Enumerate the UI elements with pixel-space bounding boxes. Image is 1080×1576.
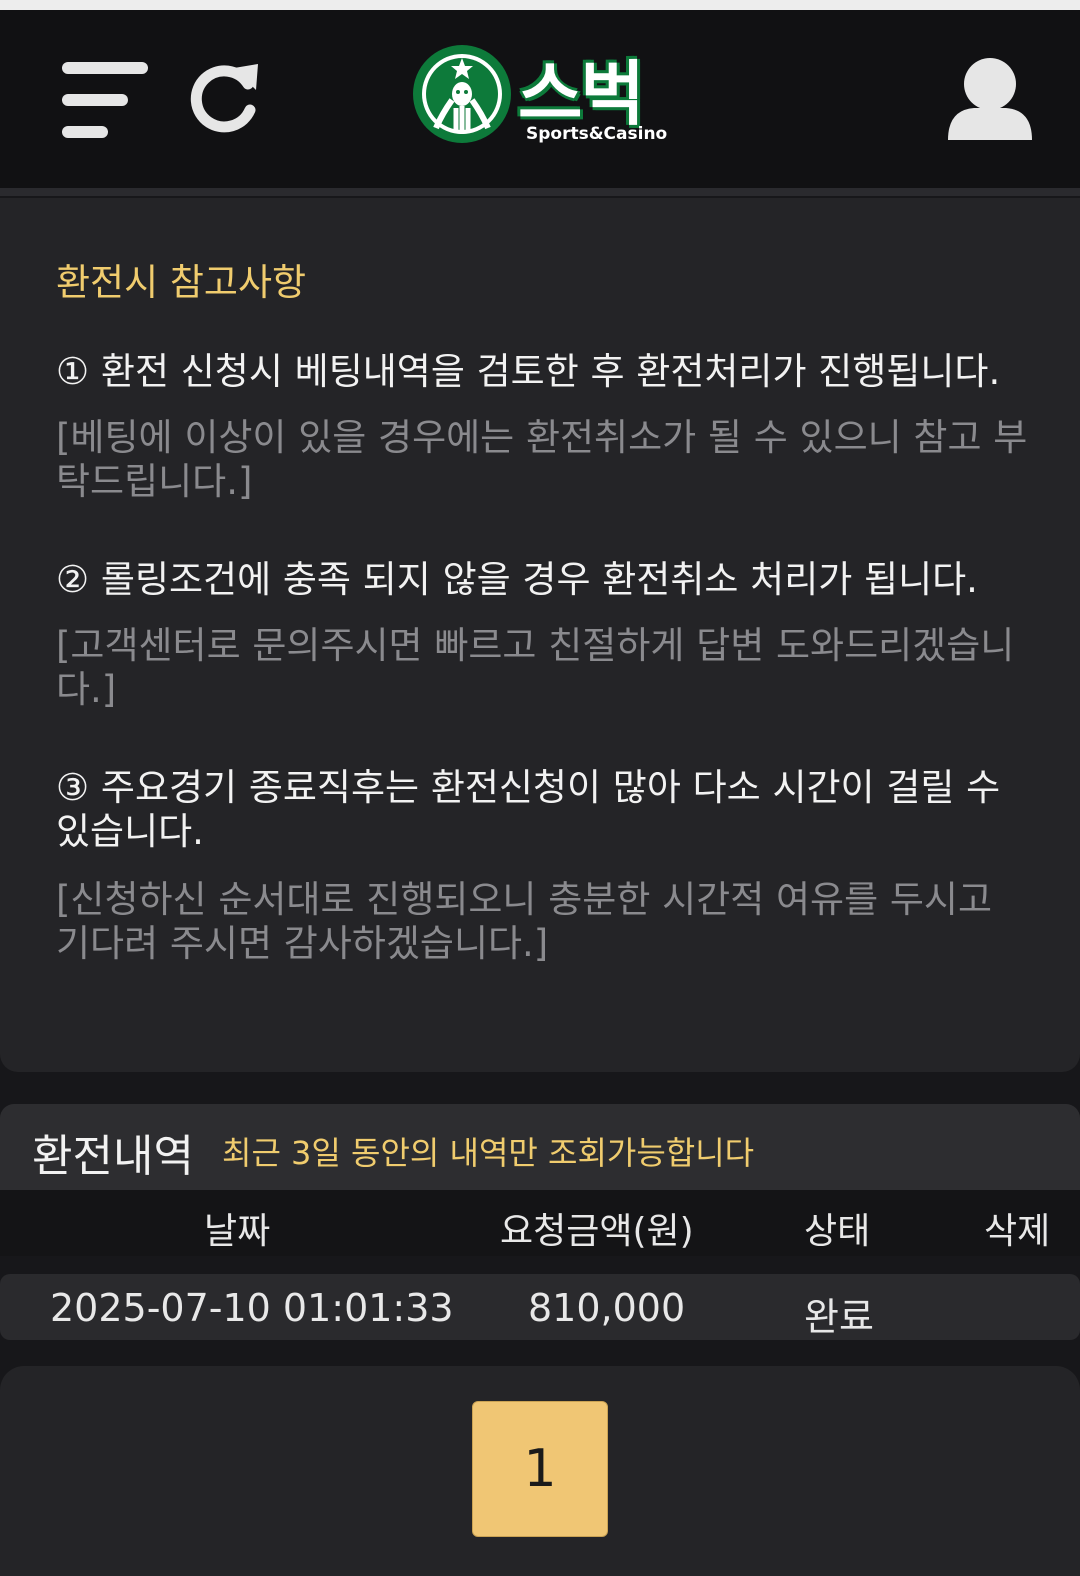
hamburger-menu-icon[interactable] bbox=[62, 62, 148, 138]
brand-subtitle: Sports&Casino bbox=[526, 124, 668, 144]
notice-item-1: ① 환전 신청시 베팅내역을 검토한 후 환전처리가 진행됩니다. bbox=[56, 350, 1001, 393]
column-status: 상태 bbox=[804, 1211, 871, 1252]
notice-item-3-detail: [신청하신 순서대로 진행되오니 충분한 시간적 여유를 두시고 기다려 주시면… bbox=[56, 878, 993, 965]
history-note: 최근 3일 동안의 내역만 조회가능합니다 bbox=[222, 1134, 755, 1172]
column-date: 날짜 bbox=[204, 1211, 271, 1252]
history-title: 환전내역 bbox=[32, 1131, 194, 1182]
siren-logo-icon bbox=[413, 45, 511, 143]
brand-logo[interactable]: 스벅 Sports&Casino bbox=[412, 44, 672, 146]
notice-item-2-detail: [고객센터로 문의주시면 빠르고 친절하게 답변 도와드리겠습니다.] bbox=[56, 624, 1015, 711]
column-amount: 요청금액(원) bbox=[500, 1211, 694, 1252]
user-icon[interactable] bbox=[946, 56, 1034, 144]
column-delete: 삭제 bbox=[984, 1211, 1051, 1252]
header-divider bbox=[0, 188, 1080, 196]
row-status: 완료 bbox=[804, 1295, 874, 1339]
row-amount: 810,000 bbox=[528, 1286, 686, 1330]
row-date: 2025-07-10 01:01:33 bbox=[50, 1286, 454, 1330]
status-strip bbox=[0, 0, 1080, 10]
notice-item-2: ② 롤링조건에 충족 되지 않을 경우 환전취소 처리가 됩니다. bbox=[56, 558, 978, 601]
notice-title: 환전시 참고사항 bbox=[56, 261, 307, 304]
notice-item-1-detail: [베팅에 이상이 있을 경우에는 환전취소가 될 수 있으니 참고 부탁드립니다… bbox=[56, 416, 1028, 503]
notice-item-3: ③ 주요경기 종료직후는 환전신청이 많아 다소 시간이 걸릴 수 있습니다. bbox=[56, 766, 1001, 853]
refresh-icon[interactable] bbox=[186, 58, 264, 136]
page-button-1[interactable]: 1 bbox=[472, 1401, 608, 1537]
